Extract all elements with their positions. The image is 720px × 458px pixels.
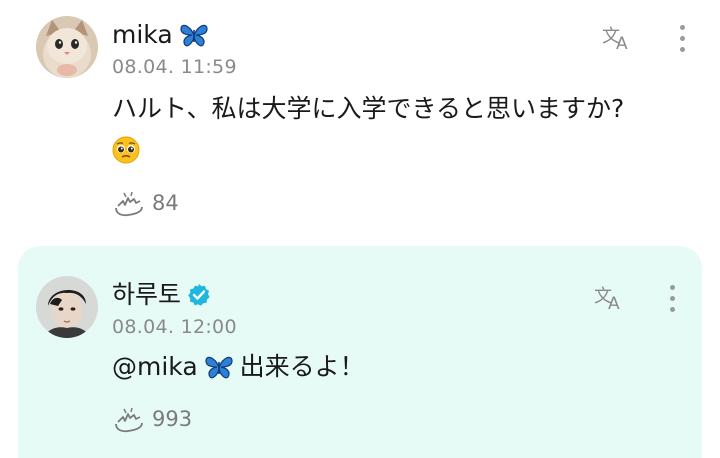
- butterfly-icon: [180, 24, 208, 47]
- more-options-icon: [669, 284, 675, 290]
- verified-badge-icon: [188, 284, 210, 306]
- post-timestamp: 08.04. 11:59: [112, 56, 237, 78]
- reply-translate-button[interactable]: 文 A: [590, 280, 630, 314]
- reply-author-avatar[interactable]: [36, 276, 98, 338]
- mention-link[interactable]: @mika: [112, 346, 198, 388]
- comment-post: mika 08.04. 11:59 文 A ハルト、私は大学に入学できると思いま…: [0, 0, 720, 236]
- reply-text: @mika 出来るよ！: [112, 346, 365, 388]
- like-row: 84: [112, 188, 179, 218]
- reply-timestamp: 08.04. 12:00: [112, 316, 237, 338]
- pleading-face-icon: [112, 135, 140, 177]
- like-reaction-icon[interactable]: [112, 404, 146, 434]
- more-options-button[interactable]: [672, 20, 692, 56]
- reply-message: 出来るよ！: [239, 352, 365, 381]
- author-name[interactable]: mika: [112, 20, 173, 50]
- author-avatar[interactable]: [36, 16, 98, 78]
- person-avatar-icon: [36, 276, 98, 338]
- reply-author-name[interactable]: 하루토: [112, 280, 181, 310]
- author-row: mika: [112, 20, 209, 50]
- translate-button[interactable]: 文 A: [598, 20, 638, 54]
- butterfly-icon: [205, 356, 233, 379]
- translate-icon: 文 A: [594, 286, 620, 312]
- reply-like-row: 993: [112, 404, 192, 434]
- comment-thread: mika 08.04. 11:59 文 A ハルト、私は大学に入学できると思いま…: [0, 0, 720, 458]
- reply-post: 하루토 08.04. 12:00 文 A @mika 出来るよ！ 993: [18, 246, 702, 458]
- kitten-avatar-icon: [36, 16, 98, 78]
- reply-more-options-button[interactable]: [662, 280, 682, 316]
- reply-author-row: 하루토: [112, 280, 211, 310]
- reply-like-count: 993: [152, 407, 193, 431]
- post-text-line1: ハルト、私は大学に入学できると思いますか?: [112, 94, 625, 123]
- svg-text:A: A: [616, 34, 628, 52]
- like-count: 84: [152, 191, 179, 215]
- svg-text:A: A: [608, 294, 620, 312]
- like-reaction-icon[interactable]: [112, 188, 146, 218]
- translate-icon: 文 A: [602, 26, 628, 52]
- post-text: ハルト、私は大学に入学できると思いますか?: [112, 88, 652, 177]
- more-options-icon: [679, 24, 685, 30]
